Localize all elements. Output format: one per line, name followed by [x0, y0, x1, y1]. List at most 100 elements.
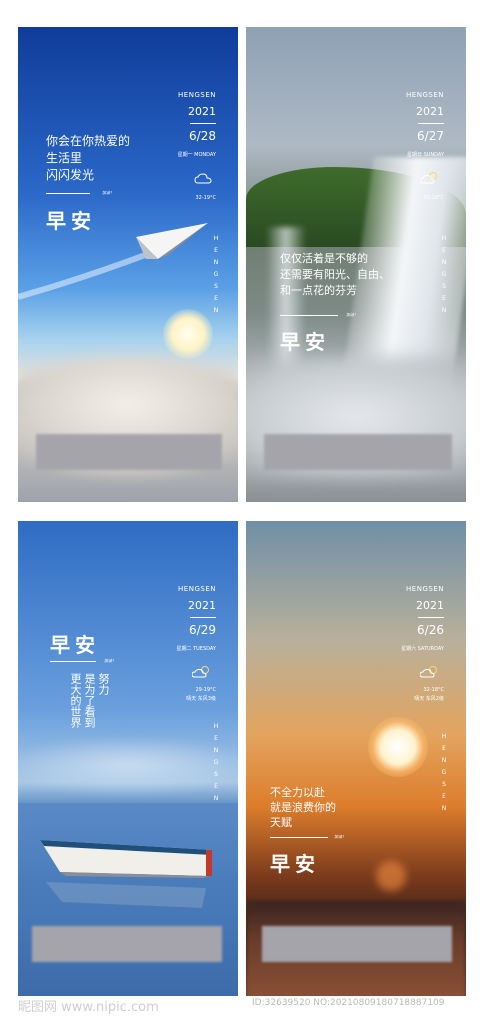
quote-column: 更大的世界 — [69, 673, 82, 728]
date: 6/27 — [417, 129, 444, 143]
divider — [418, 617, 444, 618]
divider — [46, 193, 90, 194]
divider — [270, 837, 328, 838]
quote-line: 闪闪发光 — [46, 168, 95, 182]
greeting: 早安 — [280, 330, 330, 354]
divider — [190, 123, 216, 124]
quote: 你会在你热爱的 生活里 闪闪发光 — [46, 133, 130, 184]
greeting: 早安 — [46, 209, 96, 233]
quote-line: 你会在你热爱的 — [46, 134, 131, 148]
vertical-letter: N — [213, 307, 219, 314]
watermark: 昵图网 www.nipic.com — [18, 1000, 159, 1015]
poster-june-27: HENGSEN 2021 6/27 星期日 SUNDAY 33-18°C H E… — [246, 27, 466, 502]
vertical-letter: N — [213, 747, 219, 754]
redacted-block — [264, 434, 452, 470]
sun-cloud-icon — [420, 666, 437, 678]
bokeh — [376, 861, 406, 891]
tagline: 加油！ — [334, 834, 346, 839]
tagline: 加油！ — [102, 190, 114, 195]
weekday: 星期一 MONDAY — [177, 152, 216, 158]
quote-line: 不全力以赴 — [270, 786, 325, 799]
year: 2021 — [416, 105, 444, 118]
sun-cloud-icon — [192, 666, 209, 678]
brand-vertical: H E N G S E N — [440, 233, 448, 317]
brand-name: HENGSEN — [178, 91, 216, 99]
quote: 仅仅活着是不够的 还需要有阳光、自由、 和一点花的芬芳 — [280, 251, 390, 299]
cloud-icon — [194, 173, 212, 184]
vertical-letter: E — [214, 783, 218, 790]
vertical-letter: G — [441, 271, 447, 278]
vertical-letter: E — [214, 735, 218, 742]
quote-line: 就是浪费你的 — [270, 801, 336, 814]
quote-column: 是为了看到 — [83, 673, 96, 728]
image-id: ID:32639520 NO:20210809180718887109 — [252, 998, 445, 1008]
brand-vertical: H E N G S E N — [212, 233, 220, 317]
brand-vertical: H E N G S E N — [440, 731, 448, 815]
horizon-cloud — [18, 736, 238, 796]
quote-line: 和一点花的芬芳 — [280, 284, 357, 297]
date: 6/28 — [189, 129, 216, 143]
poster-june-26: HENGSEN 2021 6/26 星期六 SATURDAY 32-18°C 晴… — [246, 521, 466, 996]
weekday: 星期二 TUESDAY — [176, 646, 217, 652]
greeting: 早安 — [50, 633, 100, 657]
weather-detail: 晴天 东风3级 — [186, 696, 216, 702]
quote-line: 仅仅活着是不够的 — [280, 252, 368, 265]
date: 6/26 — [417, 623, 444, 637]
weekday: 星期六 SATURDAY — [401, 646, 444, 652]
quote-line: 还需要有阳光、自由、 — [280, 268, 390, 281]
year: 2021 — [188, 105, 216, 118]
vertical-letter: G — [213, 271, 219, 278]
vertical-letter: G — [441, 769, 447, 776]
temperature: 32-18°C — [423, 687, 444, 693]
sun-cloud-icon — [420, 172, 437, 184]
tagline: 加油！ — [346, 312, 358, 317]
vertical-letter: N — [441, 805, 447, 812]
brand-name: HENGSEN — [406, 91, 444, 99]
quote-line: 天赋 — [270, 816, 292, 829]
greeting: 早安 — [270, 852, 320, 876]
divider — [280, 315, 338, 316]
vertical-letter: S — [442, 781, 446, 788]
vertical-letter: H — [441, 235, 447, 242]
temperature: 29-19°C — [195, 687, 216, 693]
quote-line: 生活里 — [46, 151, 83, 165]
date: 6/29 — [189, 623, 216, 637]
sun — [368, 717, 428, 777]
temperature: 33-18°C — [423, 195, 444, 201]
vertical-letter: S — [214, 771, 218, 778]
vertical-letter: H — [213, 723, 219, 730]
tagline: 加油！ — [104, 658, 116, 663]
vertical-letter: G — [213, 759, 219, 766]
vertical-letter: N — [213, 795, 219, 802]
boat-icon — [40, 840, 212, 908]
vertical-letter: N — [441, 757, 447, 764]
brand-name: HENGSEN — [178, 585, 216, 593]
vertical-letter: E — [214, 247, 218, 254]
vertical-letter: H — [213, 235, 219, 242]
vertical-letter: N — [441, 307, 447, 314]
vertical-letter: N — [213, 259, 219, 266]
year: 2021 — [188, 599, 216, 612]
poster-june-29: HENGSEN 2021 6/29 星期二 TUESDAY 29-19°C 晴天… — [18, 521, 238, 996]
vertical-letter: N — [441, 259, 447, 266]
quote-vertical: 努力 是为了看到 更大的世界 — [50, 673, 110, 743]
redacted-block — [262, 926, 452, 962]
year: 2021 — [416, 599, 444, 612]
vertical-letter: E — [442, 295, 446, 302]
weekday: 星期日 SUNDAY — [406, 152, 444, 158]
redacted-block — [36, 434, 222, 470]
vertical-letter: H — [441, 733, 447, 740]
redacted-block — [32, 926, 222, 962]
vertical-letter: E — [442, 247, 446, 254]
poster-june-28: HENGSEN 2021 6/28 星期一 MONDAY 32-19°C H E… — [18, 27, 238, 502]
temperature: 32-19°C — [195, 195, 216, 201]
quote: 不全力以赴 就是浪费你的 天赋 — [270, 785, 336, 830]
divider — [190, 617, 216, 618]
weather-detail: 晴天 东风2级 — [414, 696, 444, 702]
vertical-letter: E — [442, 745, 446, 752]
vertical-letter: E — [442, 793, 446, 800]
quote-column: 努力 — [97, 673, 110, 695]
vertical-letter: S — [214, 283, 218, 290]
sun — [163, 309, 213, 359]
brand-name: HENGSEN — [406, 585, 444, 593]
